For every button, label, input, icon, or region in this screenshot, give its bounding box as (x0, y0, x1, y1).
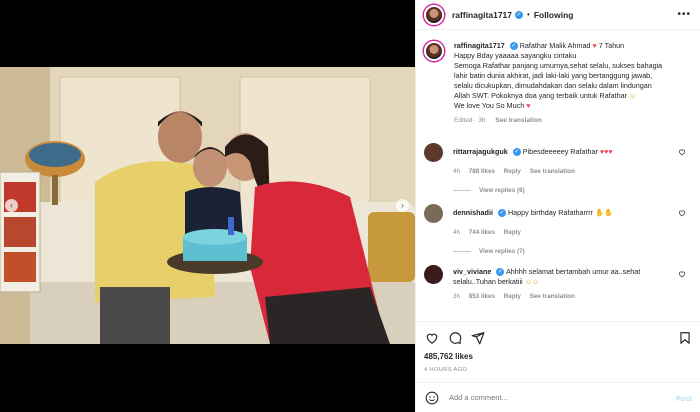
separator-dot: • (527, 10, 530, 19)
family-birthday-photo (0, 67, 415, 344)
comment-text: rittarrajagukguk ✓ Pibesdeeeeey Rafathar… (453, 143, 673, 162)
view-replies-label: View replies (7) (479, 248, 525, 255)
likes-count[interactable]: 485,762 likes (424, 352, 473, 361)
comment-item: dennishadii ✓ Happy birthday Rafatharrrr… (424, 204, 694, 255)
add-comment-input[interactable] (449, 393, 649, 402)
comment-item: rittarrajagukguk ✓ Pibesdeeeeey Rafathar… (424, 143, 694, 194)
save-bookmark-icon[interactable] (678, 331, 692, 345)
post-header: raffinagita1717 ✓ • Following ••• (416, 0, 700, 30)
caption-line: lahir batin dunia akhirat, jadi laki-lak… (454, 71, 653, 80)
comment-text: viv_viviane ✓ Ahhhh selamat bertambah um… (453, 265, 673, 287)
smile-emoji: ☺☺ (524, 277, 540, 286)
post-caption: raffinagita1717 ✓ Rafathar Malik Ahmad ♥… (424, 41, 694, 126)
comment-meta: 4h 744 likes Reply (453, 229, 694, 236)
replies-line (453, 251, 471, 252)
commenter-username[interactable]: rittarrajagukguk (453, 147, 508, 156)
comment-body: Happy birthday Rafatharrrr (507, 208, 594, 217)
share-send-icon[interactable] (471, 331, 485, 345)
next-photo-button[interactable]: › (396, 199, 409, 212)
verified-badge-icon: ✓ (515, 10, 523, 19)
view-replies-label: View replies (6) (479, 187, 525, 194)
comments-scroll-area[interactable]: raffinagita1717 ✓ Rafathar Malik Ahmad ♥… (416, 31, 700, 321)
verified-badge-icon: ✓ (512, 148, 521, 157)
see-translation-link[interactable]: See translation (530, 293, 575, 300)
comment-time: 4h (453, 168, 461, 175)
comment-likes[interactable]: 853 likes (469, 293, 495, 300)
caption-line: We love You So Much (454, 101, 525, 110)
caption-line: selalu dicukupkan, dimudahdakan dan sela… (454, 81, 652, 90)
view-replies-button[interactable]: View replies (7) (453, 248, 694, 255)
commenter-avatar[interactable] (424, 265, 443, 284)
post-details-panel: raffinagita1717 ✓ • Following ••• raffin… (415, 0, 700, 412)
post-media-area: ‹ › (0, 0, 415, 412)
like-heart-icon[interactable] (425, 331, 439, 345)
previous-photo-button[interactable]: ‹ (5, 199, 18, 212)
comment-likes[interactable]: 744 likes (469, 229, 495, 236)
comment-body: Pibesdeeeeey Rafathar (522, 147, 598, 156)
red-heart-emoji: ♥ (526, 101, 531, 110)
caption-username[interactable]: raffinagita1717 (454, 41, 505, 50)
following-button[interactable]: Following (534, 10, 574, 20)
add-comment-bar: Post (416, 382, 700, 412)
reply-button[interactable]: Reply (504, 229, 521, 236)
caption-edited-time: Edited · 3h (454, 117, 486, 124)
reply-button[interactable]: Reply (504, 168, 521, 175)
more-horizontal-icon[interactable]: ••• (677, 9, 691, 20)
hug-emoji: ☺ (629, 91, 637, 100)
reply-button[interactable]: Reply (504, 293, 521, 300)
red-heart-emoji: ♥ (592, 41, 597, 50)
caption-line: Allah SWT. Pokoknya doa yang terbaik unt… (454, 91, 627, 100)
instagram-post-modal: ‹ › raffinagita1717 ✓ • Following ••• ra… (0, 0, 700, 412)
post-photo[interactable]: ‹ › (0, 67, 415, 344)
caption-meta: Edited · 3h See translation (454, 116, 694, 126)
comment-body: Ahhhh selamat bertambah umur aa..sehat (505, 267, 641, 276)
caption-line: Happy Bday yaaaaa sayangku cintaku (454, 51, 577, 60)
post-actions-bar (416, 321, 700, 351)
hearts-emoji: ♥♥♥ (599, 147, 613, 156)
comment-time: 4h (453, 229, 461, 236)
caption-age: 7 Tahun (598, 41, 625, 50)
comment-time: 3h (453, 293, 461, 300)
post-time-ago[interactable]: 4 HOURS AGO (424, 367, 467, 373)
verified-badge-icon: ✓ (497, 209, 506, 218)
commenter-username[interactable]: dennishadii (453, 208, 493, 217)
replies-line (453, 190, 471, 191)
commenter-username[interactable]: viv_viviane (453, 267, 491, 276)
view-replies-button[interactable]: View replies (6) (453, 187, 694, 194)
like-comment-heart-icon[interactable] (678, 148, 686, 156)
emoji-smiley-icon[interactable] (425, 391, 439, 405)
see-translation-link[interactable]: See translation (495, 117, 542, 124)
comment-meta: 4h 788 likes Reply See translation (453, 168, 694, 175)
comment-item: viv_viviane ✓ Ahhhh selamat bertambah um… (424, 265, 694, 300)
commenter-avatar[interactable] (424, 204, 443, 223)
comment-text: dennishadii ✓ Happy birthday Rafatharrrr… (453, 204, 673, 223)
see-translation-link[interactable]: See translation (530, 168, 575, 175)
verified-badge-icon: ✓ (509, 42, 518, 51)
comment-body: selalu..Tuhan berkatiii (453, 277, 523, 286)
author-username[interactable]: raffinagita1717 (452, 10, 512, 20)
caption-line: Semoga Rafathar panjang umurnya,sehat se… (454, 61, 663, 70)
author-avatar[interactable] (424, 4, 444, 25)
caption-mention[interactable]: Rafathar Malik Ahmad (520, 41, 591, 50)
comment-meta: 3h 853 likes Reply See translation (453, 293, 694, 300)
like-comment-heart-icon[interactable] (678, 209, 686, 217)
comment-likes[interactable]: 788 likes (469, 168, 495, 175)
verified-badge-icon: ✓ (496, 268, 505, 277)
celebration-emoji: ✋✋ (595, 208, 613, 217)
like-comment-heart-icon[interactable] (678, 270, 686, 278)
caption-author-avatar[interactable] (424, 41, 444, 61)
caption-text: raffinagita1717 ✓ Rafathar Malik Ahmad ♥… (454, 41, 694, 126)
commenter-avatar[interactable] (424, 143, 443, 162)
comment-bubble-icon[interactable] (448, 331, 462, 345)
post-comment-button[interactable]: Post (676, 394, 692, 403)
